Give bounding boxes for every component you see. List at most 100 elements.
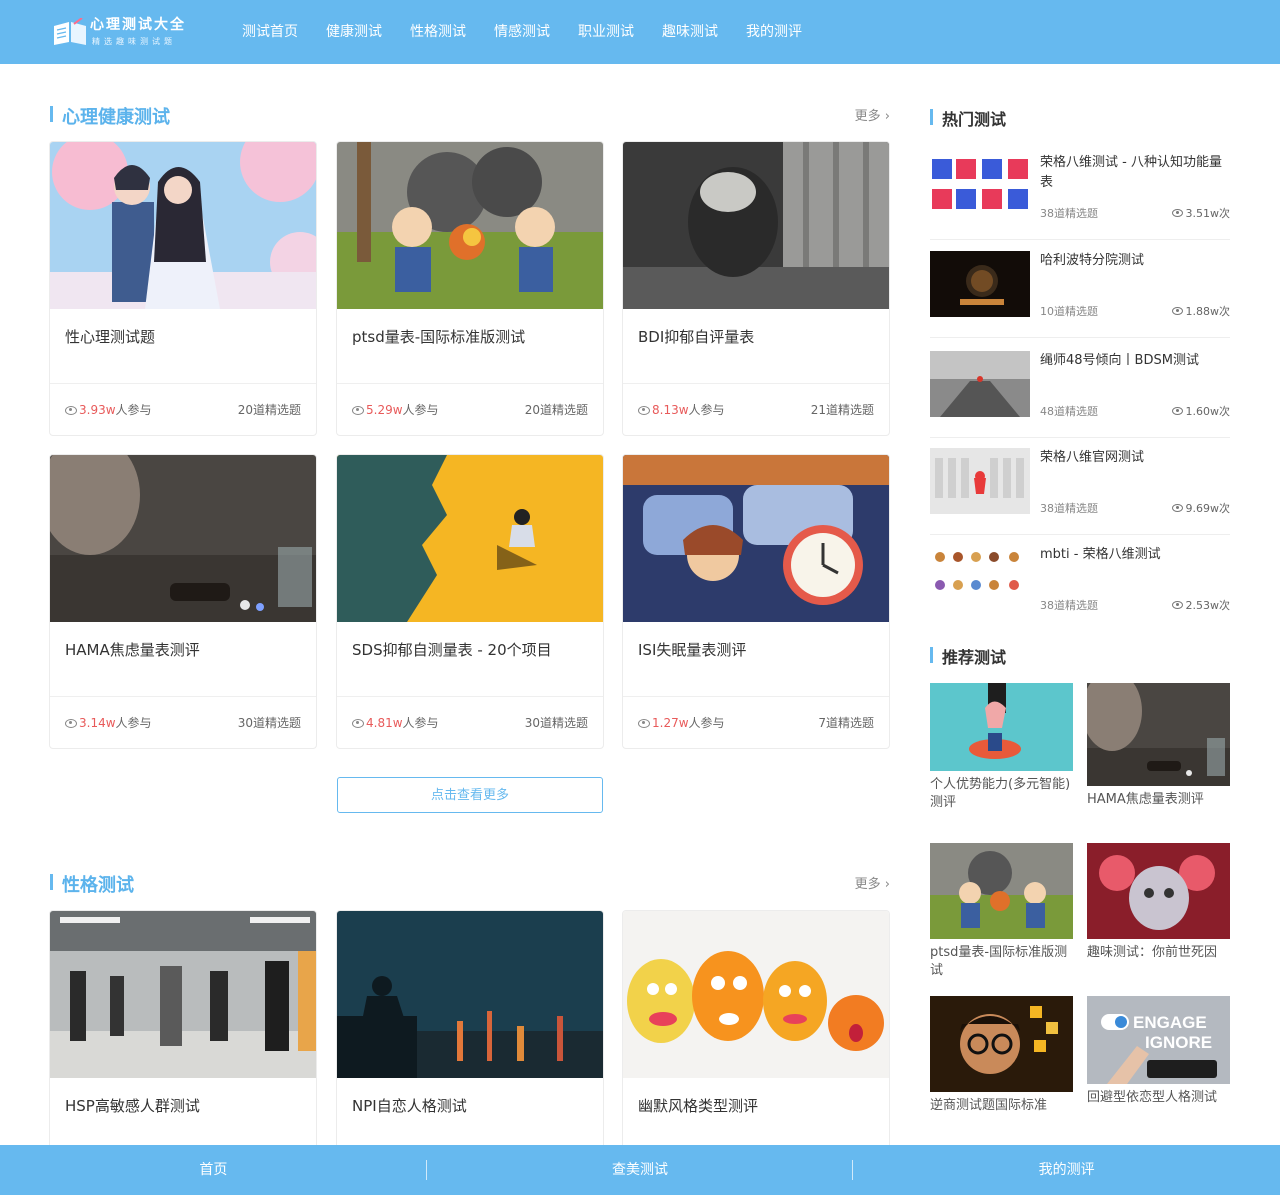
eye-icon [638, 406, 650, 415]
card-footer: 3.93w人参与 20道精选题 [50, 383, 316, 435]
hot-test-questions: 10道精选题 [1040, 305, 1098, 318]
eye-icon [1171, 209, 1183, 217]
card-title: 幽默风格类型测评 [638, 1097, 759, 1115]
main-nav: 测试首页 健康测试 性格测试 情感测试 职业测试 趣味测试 我的测评 [228, 0, 816, 64]
health-more-link[interactable]: 更多 › [855, 105, 890, 124]
hot-thumb-figures [930, 448, 1030, 514]
test-card[interactable]: BDI抑郁自评量表 8.13w人参与 21道精选题 [622, 141, 890, 436]
hot-tests-heading: 热门测试 [930, 106, 1230, 129]
card-image-sad-woman [623, 142, 889, 309]
personality-more-link[interactable]: 更多 › [855, 873, 890, 892]
recommended-title: HAMA焦虑量表测评 [1087, 792, 1204, 807]
test-card[interactable]: NPI自恋人格测试 [336, 910, 604, 1150]
recommended-item[interactable]: 逆商测试题国际标准 [930, 996, 1073, 1115]
recommended-title: ptsd量表-国际标准版测试 [930, 945, 1068, 978]
participants: 3.14w人参与 [65, 714, 152, 731]
test-card[interactable]: ISI失眠量表测评 1.27w人参与 7道精选题 [622, 454, 890, 749]
views-count: 1.88w次 [1185, 305, 1231, 318]
personality-section-heading: 性格测试 更多 › [50, 871, 890, 896]
recommended-item[interactable]: 个人优势能力(多元智能)测评 [930, 683, 1073, 812]
hot-test-item[interactable]: 荣格八维官网测试 38道精选题 9.69w次 [930, 448, 1230, 535]
eye-icon [1171, 307, 1183, 315]
question-count: 7道精选题 [818, 716, 874, 730]
bottom-nav-home[interactable]: 首页 [0, 1145, 427, 1195]
nav-health[interactable]: 健康测试 [312, 0, 396, 64]
question-count: 30道精选题 [524, 716, 588, 730]
card-image-sleep-clock [623, 455, 889, 622]
bottom-nav-my-tests[interactable]: 我的测评 [853, 1145, 1280, 1195]
eye-icon [65, 406, 77, 415]
site-logo[interactable]: 心理测试大全 精选趣味测试题 [52, 14, 192, 52]
eye-icon [352, 719, 364, 728]
hot-test-questions: 38道精选题 [1040, 207, 1098, 220]
hot-test-item[interactable]: mbti - 荣格八维测试 38道精选题 2.53w次 [930, 545, 1230, 632]
nav-my-tests[interactable]: 我的测评 [732, 0, 816, 64]
nav-fun[interactable]: 趣味测试 [648, 0, 732, 64]
question-count: 30道精选题 [237, 716, 301, 730]
heading-bar [50, 106, 53, 122]
hot-test-title: 绳师48号倾向丨BDSM测试 [1040, 353, 1199, 368]
hot-test-item[interactable]: 绳师48号倾向丨BDSM测试 48道精选题 1.60w次 [930, 351, 1230, 438]
recommended-item[interactable]: ptsd量表-国际标准版测试 [930, 843, 1073, 980]
nav-emotion[interactable]: 情感测试 [480, 0, 564, 64]
recommended-item[interactable]: ENGAGE IGNORE 回避型依恋型人格测试 [1087, 996, 1230, 1107]
views-count: 1.60w次 [1185, 405, 1231, 418]
recommended-item[interactable]: HAMA焦虑量表测评 [1087, 683, 1230, 809]
heading-bar [50, 874, 53, 890]
bottom-nav-label: 我的测评 [1038, 1162, 1095, 1178]
eye-icon [65, 719, 77, 728]
test-card[interactable]: SDS抑郁自测量表 - 20个项目 4.81w人参与 30道精选题 [336, 454, 604, 749]
card-footer: 8.13w人参与 21道精选题 [623, 383, 889, 435]
card-image-funny-oranges [623, 911, 889, 1078]
recommended-item[interactable]: 趣味测试：你前世死因 [1087, 843, 1230, 962]
participant-suffix: 人参与 [402, 403, 439, 417]
rec-thumb-pills-floor [1087, 683, 1230, 786]
participants: 4.81w人参与 [352, 714, 439, 731]
hot-test-item[interactable]: 荣格八维测试 - 八种认知功能量表 38道精选题 3.51w次 [930, 153, 1230, 240]
bottom-nav-tests[interactable]: 查美测试 [427, 1145, 854, 1195]
logo-subtitle: 精选趣味测试题 [92, 37, 176, 46]
test-card[interactable]: 幽默风格类型测评 [622, 910, 890, 1150]
card-title: ptsd量表-国际标准版测试 [352, 328, 526, 346]
nav-home[interactable]: 测试首页 [228, 0, 312, 64]
hot-test-title: 哈利波特分院测试 [1040, 253, 1145, 268]
card-image-cartoon-battlefield [337, 142, 603, 309]
eye-icon [1171, 601, 1183, 609]
card-footer: 1.27w人参与 7道精选题 [623, 696, 889, 748]
test-card[interactable]: 性心理测试题 3.93w人参与 20道精选题 [49, 141, 317, 436]
recommended-heading: 推荐测试 [930, 644, 1230, 667]
test-card[interactable]: HSP高敏感人群测试 [49, 910, 317, 1150]
participants: 3.93w人参与 [65, 401, 152, 418]
participant-count: 3.14w [79, 716, 116, 730]
hot-tests-title: 热门测试 [942, 110, 1007, 129]
participants: 8.13w人参与 [638, 401, 725, 418]
test-card[interactable]: ptsd量表-国际标准版测试 5.29w人参与 20道精选题 [336, 141, 604, 436]
recommended-title: 趣味测试：你前世死因 [1087, 945, 1218, 960]
nav-career[interactable]: 职业测试 [564, 0, 648, 64]
eye-icon [352, 406, 364, 415]
bottom-nav-label: 查美测试 [612, 1162, 668, 1178]
participant-count: 4.81w [366, 716, 403, 730]
card-image-pills-floor [50, 455, 316, 622]
load-more-button[interactable]: 点击查看更多 [337, 777, 603, 813]
card-image-yellow-teal-person [337, 455, 603, 622]
hot-test-title: 荣格八维官网测试 [1040, 450, 1145, 465]
nav-personality[interactable]: 性格测试 [396, 0, 480, 64]
card-image-silhouette-city [337, 911, 603, 1078]
participant-count: 8.13w [652, 403, 689, 417]
hot-test-views: 9.69w次 [1171, 500, 1231, 516]
views-count: 9.69w次 [1185, 502, 1231, 515]
participant-suffix: 人参与 [115, 403, 152, 417]
participant-suffix: 人参与 [402, 716, 439, 730]
chevron-right-icon: › [884, 109, 890, 124]
card-footer: 5.29w人参与 20道精选题 [337, 383, 603, 435]
hot-test-item[interactable]: 哈利波特分院测试 10道精选题 1.88w次 [930, 251, 1230, 338]
test-card[interactable]: HAMA焦虑量表测评 3.14w人参与 30道精选题 [49, 454, 317, 749]
hot-test-views: 1.60w次 [1171, 403, 1231, 419]
hot-test-title: 荣格八维测试 - 八种认知功能量表 [1040, 155, 1222, 190]
hot-test-views: 3.51w次 [1171, 205, 1230, 221]
card-image-anime-couple [50, 142, 316, 309]
question-count: 20道精选题 [237, 403, 301, 417]
participant-count: 1.27w [652, 716, 689, 730]
hot-test-questions: 38道精选题 [1040, 599, 1098, 612]
